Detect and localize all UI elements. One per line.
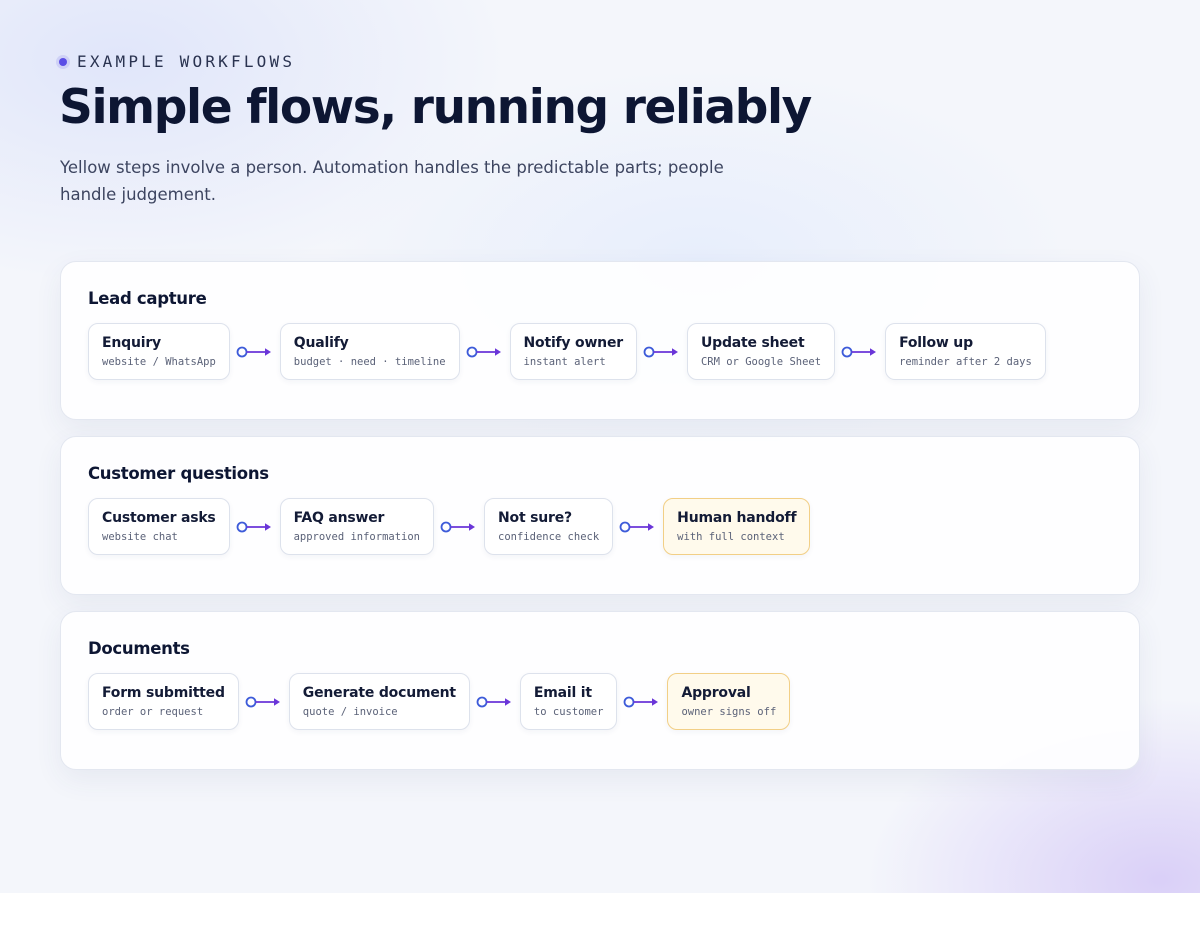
page-title: Simple flows, running reliably <box>59 80 812 135</box>
arrow-right-icon <box>460 323 510 380</box>
step-title: Enquiry <box>102 335 161 351</box>
step-title: Qualify <box>293 335 349 351</box>
workflow-step[interactable]: Email it to customer <box>519 673 618 730</box>
arrow-right-icon <box>470 673 520 730</box>
step-title: Follow up <box>899 335 973 351</box>
step-subtitle: with full context <box>677 531 785 543</box>
arrow-right-icon <box>239 673 289 730</box>
workflow-step[interactable]: Not sure? confidence check <box>484 498 614 555</box>
workflow-card-documents: Documents Form submitted order or reques… <box>60 611 1140 770</box>
workflow-title: Customer questions <box>88 464 269 483</box>
workflow-step[interactable]: FAQ answer approved information <box>279 498 435 555</box>
workflow-steps: Customer asks website chat FAQ answer ap… <box>88 498 811 555</box>
step-title: Approval <box>681 685 751 701</box>
step-subtitle: order or request <box>102 706 204 718</box>
workflow-title: Documents <box>88 639 190 658</box>
arrow-right-icon <box>613 498 663 555</box>
step-title: Human handoff <box>677 510 797 526</box>
arrow-right-icon <box>617 673 667 730</box>
page-subtitle: Yellow steps involve a person. Automatio… <box>60 158 724 204</box>
step-subtitle: website chat <box>102 531 178 543</box>
workflow-step-human[interactable]: Human handoff with full context <box>663 498 811 555</box>
step-subtitle: instant alert <box>523 356 606 368</box>
workflow-card-lead-capture: Lead capture Enquiry website / WhatsApp … <box>60 261 1140 420</box>
step-subtitle: approved information <box>293 531 421 543</box>
step-title: Email it <box>533 685 592 701</box>
step-title: Notify owner <box>523 335 624 351</box>
step-subtitle: website / WhatsApp <box>102 356 216 368</box>
workflow-title: Lead capture <box>88 289 207 308</box>
step-title: Not sure? <box>498 510 572 526</box>
arrow-right-icon <box>230 323 280 380</box>
workflow-step[interactable]: Form submitted order or request <box>88 673 239 730</box>
step-subtitle: CRM or Google Sheet <box>700 356 822 368</box>
arrow-right-icon <box>434 498 484 555</box>
workflow-steps: Form submitted order or request Generate… <box>88 673 791 730</box>
workflow-step[interactable]: Notify owner instant alert <box>509 323 637 380</box>
workflow-card-customer-questions: Customer questions Customer asks website… <box>60 436 1140 595</box>
workflow-steps: Enquiry website / WhatsApp Qualify budge… <box>88 323 1046 380</box>
eyebrow-dot-icon <box>59 57 67 66</box>
workflow-step[interactable]: Enquiry website / WhatsApp <box>88 323 230 380</box>
workflow-step[interactable]: Follow up reminder after 2 days <box>885 323 1046 380</box>
workflow-step[interactable]: Qualify budget · need · timeline <box>279 323 460 380</box>
workflow-step[interactable]: Customer asks website chat <box>88 498 230 555</box>
page-background: EXAMPLE WORKFLOWS Simple flows, running … <box>0 0 1200 893</box>
arrow-right-icon <box>230 498 280 555</box>
step-title: Customer asks <box>102 510 216 526</box>
step-title: Generate document <box>302 685 456 701</box>
eyebrow: EXAMPLE WORKFLOWS <box>59 52 295 71</box>
step-subtitle: reminder after 2 days <box>899 356 1032 368</box>
step-title: Form submitted <box>102 685 225 701</box>
step-subtitle: budget · need · timeline <box>293 356 446 368</box>
arrow-right-icon <box>835 323 885 380</box>
step-subtitle: confidence check <box>498 531 600 543</box>
workflow-step[interactable]: Update sheet CRM or Google Sheet <box>686 323 836 380</box>
workflow-step[interactable]: Generate document quote / invoice <box>288 673 470 730</box>
workflow-step-human[interactable]: Approval owner signs off <box>667 673 791 730</box>
step-title: Update sheet <box>700 335 805 351</box>
arrow-right-icon <box>637 323 687 380</box>
eyebrow-label: EXAMPLE WORKFLOWS <box>77 52 296 71</box>
step-subtitle: to customer <box>533 706 604 718</box>
step-title: FAQ answer <box>293 510 385 526</box>
step-subtitle: owner signs off <box>681 706 777 718</box>
step-subtitle: quote / invoice <box>302 706 398 718</box>
